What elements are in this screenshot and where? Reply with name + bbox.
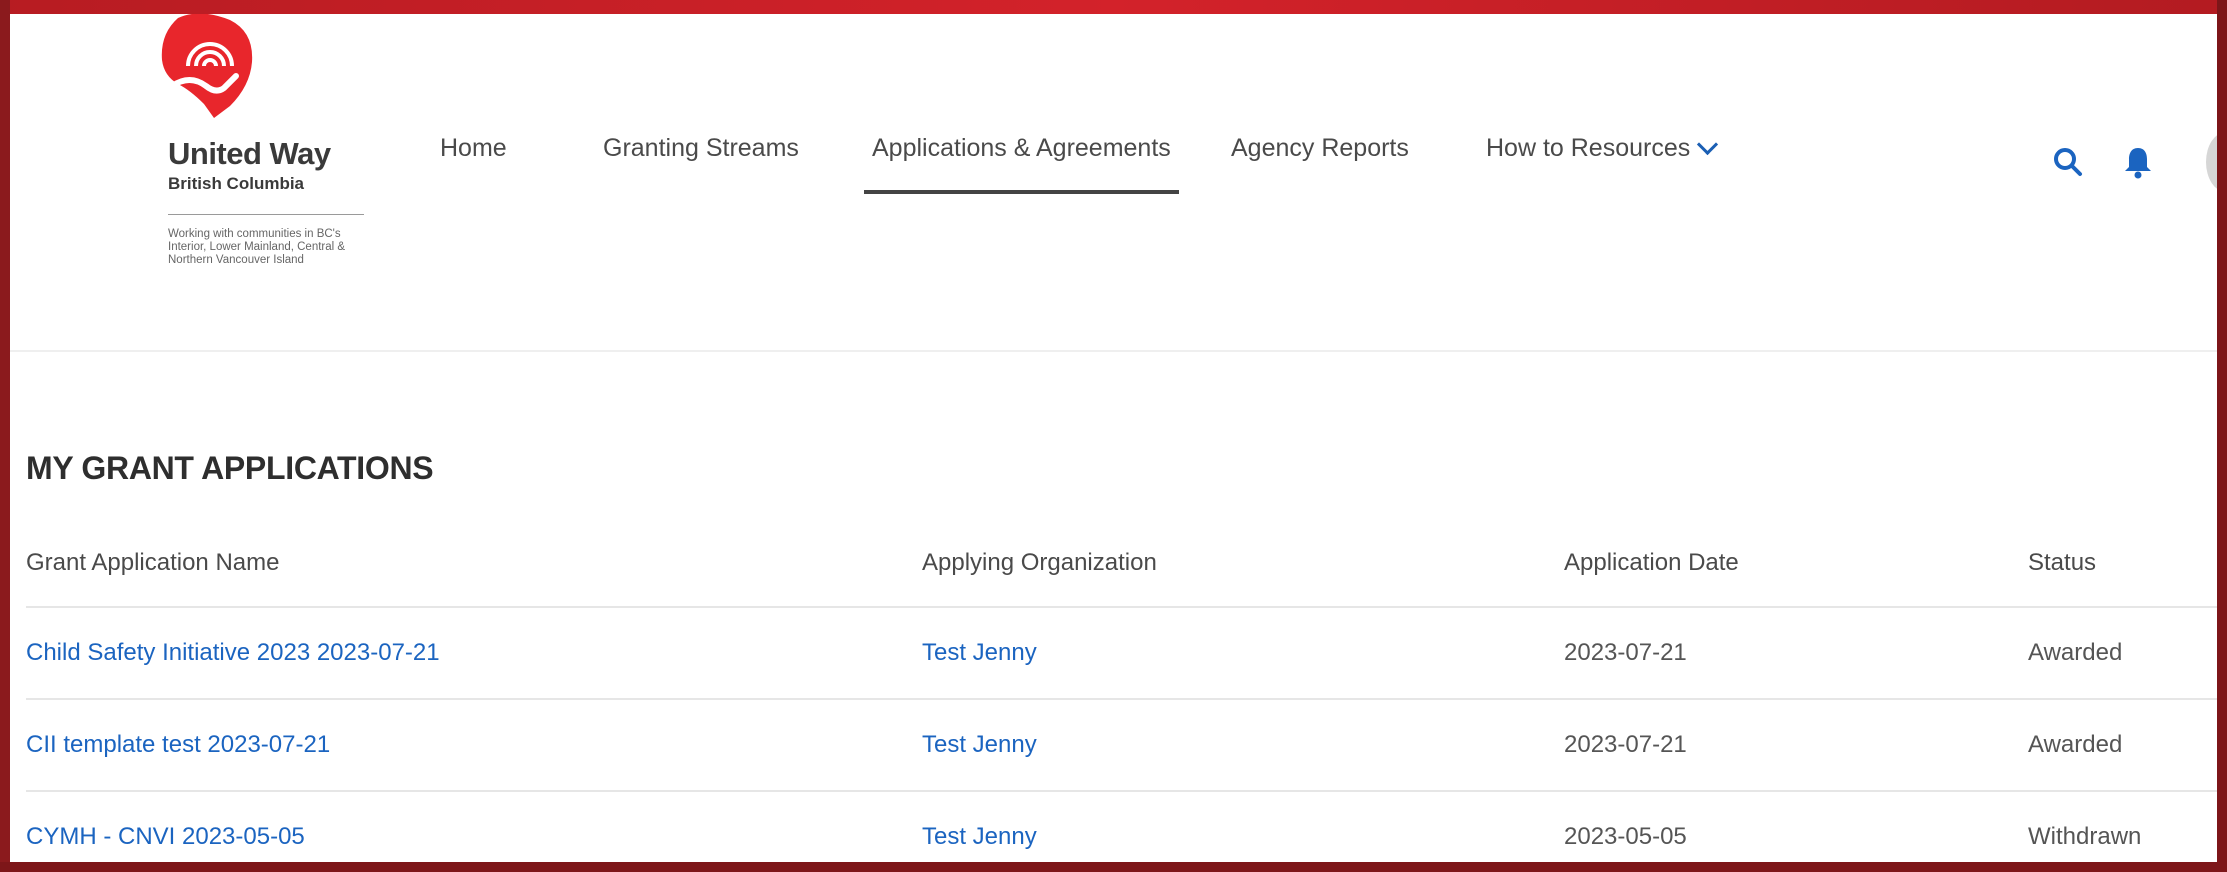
site-header: United Way British Columbia Working with… — [10, 14, 2217, 352]
frame-left — [0, 0, 10, 872]
column-header-organization[interactable]: Applying Organization — [922, 520, 1157, 606]
table-header-row: Grant Application Name Applying Organiza… — [26, 520, 2217, 608]
application-status: Withdrawn — [2028, 823, 2142, 850]
brand-tagline: Working with communities in BC's Interio… — [168, 228, 346, 266]
application-status: Awarded — [2028, 639, 2123, 666]
application-date: 2023-07-21 — [1564, 731, 1687, 758]
page: United Way British Columbia Working with… — [10, 14, 2217, 862]
brand-name: United Way — [168, 136, 331, 171]
nav-how-to-resources[interactable]: How to Resources — [1486, 133, 1719, 163]
chevron-down-icon — [1697, 133, 1719, 156]
bell-icon[interactable] — [2120, 144, 2156, 180]
application-status: Awarded — [2028, 731, 2123, 758]
application-date: 2023-05-05 — [1564, 823, 1687, 850]
search-icon[interactable] — [2050, 144, 2086, 180]
table-row: Child Safety Initiative 2023 2023-07-21 … — [26, 608, 2217, 700]
nav-applications-agreements[interactable]: Applications & Agreements — [864, 134, 1179, 194]
nav-agency-reports[interactable]: Agency Reports — [1231, 134, 1409, 163]
grant-applications-table: Grant Application Name Applying Organiza… — [26, 520, 2217, 862]
column-header-name[interactable]: Grant Application Name — [26, 520, 279, 606]
brand-divider — [168, 214, 364, 215]
avatar[interactable] — [2206, 132, 2217, 192]
united-way-logo[interactable]: United Way British Columbia Working with… — [150, 14, 380, 314]
application-name-link[interactable]: CII template test 2023-07-21 — [26, 700, 330, 790]
top-accent-bar — [0, 0, 2227, 14]
column-header-date[interactable]: Application Date — [1564, 520, 1739, 606]
nav-how-to-resources-label: How to Resources — [1486, 134, 1691, 162]
column-header-status[interactable]: Status — [2028, 520, 2096, 606]
brand-region: British Columbia — [168, 174, 305, 193]
frame-bottom — [0, 862, 2227, 872]
application-date: 2023-07-21 — [1564, 639, 1687, 666]
table-row: CYMH - CNVI 2023-05-05 Test Jenny 2023-0… — [26, 792, 2217, 862]
organization-link[interactable]: Test Jenny — [922, 792, 1037, 862]
united-way-logo-icon — [161, 14, 253, 118]
table-row: CII template test 2023-07-21 Test Jenny … — [26, 700, 2217, 792]
frame-right — [2217, 0, 2227, 872]
application-name-link[interactable]: CYMH - CNVI 2023-05-05 — [26, 792, 305, 862]
application-name-link[interactable]: Child Safety Initiative 2023 2023-07-21 — [26, 608, 440, 698]
organization-link[interactable]: Test Jenny — [922, 608, 1037, 698]
nav-home[interactable]: Home — [440, 134, 507, 163]
nav-granting-streams[interactable]: Granting Streams — [603, 134, 799, 163]
page-title: MY GRANT APPLICATIONS — [26, 450, 434, 486]
organization-link[interactable]: Test Jenny — [922, 700, 1037, 790]
